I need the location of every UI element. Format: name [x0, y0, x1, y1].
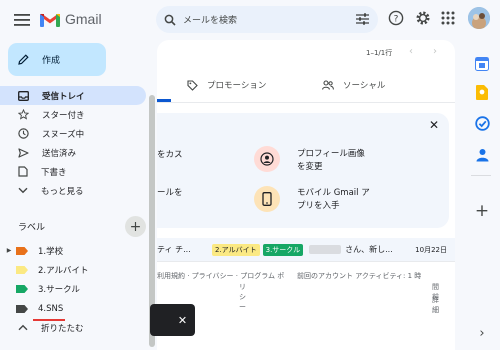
close-icon[interactable]: ✕: [178, 314, 187, 327]
label-item-arbeit[interactable]: 2.アルバイト: [0, 260, 89, 279]
prev-page-icon[interactable]: ‹: [409, 46, 413, 57]
svg-text:?: ?: [394, 14, 399, 24]
search-options-icon[interactable]: [356, 13, 369, 28]
profile-photo-tile[interactable]: [254, 146, 280, 172]
label-name: 3.サークル: [38, 284, 80, 295]
calendar-icon[interactable]: [471, 53, 493, 75]
plus-icon: +: [129, 218, 142, 235]
sidebar-item-sent[interactable]: 送信済み: [0, 143, 76, 162]
draft-icon: [18, 166, 28, 177]
pager-text: 1–1/1行: [366, 49, 393, 57]
snackbar: ✕: [150, 304, 195, 336]
label-tag-icon: [16, 246, 28, 255]
promo-text: ールを: [157, 188, 183, 198]
expand-panel-icon[interactable]: ›: [471, 322, 493, 344]
google-apps-icon[interactable]: [441, 11, 455, 25]
sidebar-item-label: 受信トレイ: [42, 91, 85, 102]
label-item-circle[interactable]: 3.サークル: [0, 279, 80, 298]
next-page-icon[interactable]: ›: [433, 46, 437, 57]
label-chip-circle: 3.サークル: [262, 243, 304, 256]
promo-profile-text[interactable]: を変更: [297, 161, 323, 174]
gmail-logo[interactable]: Gmail: [40, 9, 102, 29]
mobile-app-tile[interactable]: [254, 186, 280, 212]
footer-links[interactable]: 利用規約 · プライバシー · プログラム ポ: [157, 271, 284, 281]
sidebar-item-drafts[interactable]: 下書き: [0, 162, 67, 181]
account-avatar[interactable]: [468, 7, 490, 29]
sidebar-item-label: 送信済み: [42, 148, 77, 159]
last-activity: 前回のアカウント アクティビティ: 1 時: [297, 272, 422, 280]
label-tag-icon: [16, 265, 28, 274]
keep-icon[interactable]: [471, 81, 493, 103]
sidebar-item-label: もっと見る: [41, 186, 84, 197]
tab-divider: [157, 102, 455, 103]
sidebar-item-snoozed[interactable]: スヌーズ中: [0, 124, 84, 143]
clock-icon: [18, 128, 29, 139]
close-icon[interactable]: ✕: [429, 118, 439, 132]
label-tag-icon: [16, 304, 28, 313]
promo-profile-text[interactable]: プロフィール画像: [297, 148, 365, 161]
email-date: 10月22日: [415, 245, 447, 254]
details-link[interactable]: 詳細: [432, 295, 439, 315]
smartphone-icon: [254, 186, 280, 212]
email-row[interactable]: ティ チ... 2.アルバイト 3.サークル さん、新し... 10月22日: [157, 238, 455, 262]
compose-label: 作成: [42, 56, 61, 66]
pencil-icon: [18, 54, 29, 65]
app-name: Gmail: [65, 11, 102, 27]
search-icon[interactable]: [164, 14, 176, 26]
tasks-icon[interactable]: [471, 112, 493, 134]
footer-links-wrap[interactable]: リシー: [239, 282, 246, 312]
contacts-icon[interactable]: [471, 144, 493, 166]
label-chip-arbeit: 2.アルバイト: [212, 243, 260, 256]
promo-mobile-text[interactable]: モバイル Gmail ア: [297, 187, 370, 200]
email-subject: さん、新し...: [345, 245, 393, 254]
inbox-icon: [18, 90, 29, 101]
add-label-button[interactable]: +: [125, 216, 146, 237]
label-tag-icon: [16, 284, 28, 293]
sidebar-item-label: 折りたたむ: [41, 323, 84, 334]
label-item-sns[interactable]: 4.SNS: [0, 299, 63, 318]
promo-text: をカス: [157, 150, 183, 160]
label-item-school[interactable]: ▶ 1.学校: [0, 241, 63, 260]
search-input[interactable]: メールを検索: [183, 13, 237, 26]
tab-social[interactable]: ソーシャル: [322, 70, 385, 100]
label-name: 4.SNS: [38, 303, 64, 314]
sidebar-item-label: スヌーズ中: [42, 129, 85, 140]
search-bar[interactable]: メールを検索: [156, 6, 378, 33]
sidebar-item-label: 下書き: [41, 167, 67, 178]
redacted-name: [309, 245, 342, 254]
sidebar-item-inbox[interactable]: 受信トレイ: [0, 86, 146, 105]
label-name: 2.アルバイト: [38, 265, 89, 276]
help-icon[interactable]: ?: [388, 10, 404, 26]
star-icon: [18, 109, 29, 120]
chevron-up-icon: [18, 324, 28, 331]
sidebar-item-label: スター付き: [42, 110, 85, 121]
account-circle-icon: [254, 146, 280, 172]
expand-arrow-icon[interactable]: ▶: [4, 247, 14, 254]
chevron-down-icon: [18, 187, 28, 194]
tag-icon: [187, 79, 198, 91]
rail-divider: [471, 175, 491, 176]
send-icon: [18, 147, 29, 158]
sidebar-item-more[interactable]: もっと見る: [0, 181, 84, 200]
email-sender: ティ チ...: [157, 245, 191, 254]
sidebar-item-starred[interactable]: スター付き: [0, 105, 85, 124]
settings-gear-icon[interactable]: [415, 10, 431, 26]
main-menu-icon[interactable]: [12, 10, 32, 30]
compose-button[interactable]: 作成: [8, 43, 106, 76]
promo-mobile-text[interactable]: プリを入手: [297, 200, 340, 213]
tab-label: ソーシャル: [343, 81, 386, 91]
mail-list-panel: 1–1/1行 ‹ › プロモーション ソーシャル ✕ をカス ールを プロフィー…: [157, 40, 455, 350]
people-icon: [322, 80, 334, 90]
tab-promotions[interactable]: プロモーション: [187, 70, 266, 100]
labels-heading: ラベル: [18, 223, 46, 233]
tab-label: プロモーション: [207, 81, 267, 91]
label-name: 1.学校: [38, 246, 64, 257]
gmail-m-icon: [40, 13, 60, 27]
add-addon-icon[interactable]: +: [471, 200, 493, 222]
sidebar-item-collapse[interactable]: 折りたたむ: [0, 318, 84, 337]
